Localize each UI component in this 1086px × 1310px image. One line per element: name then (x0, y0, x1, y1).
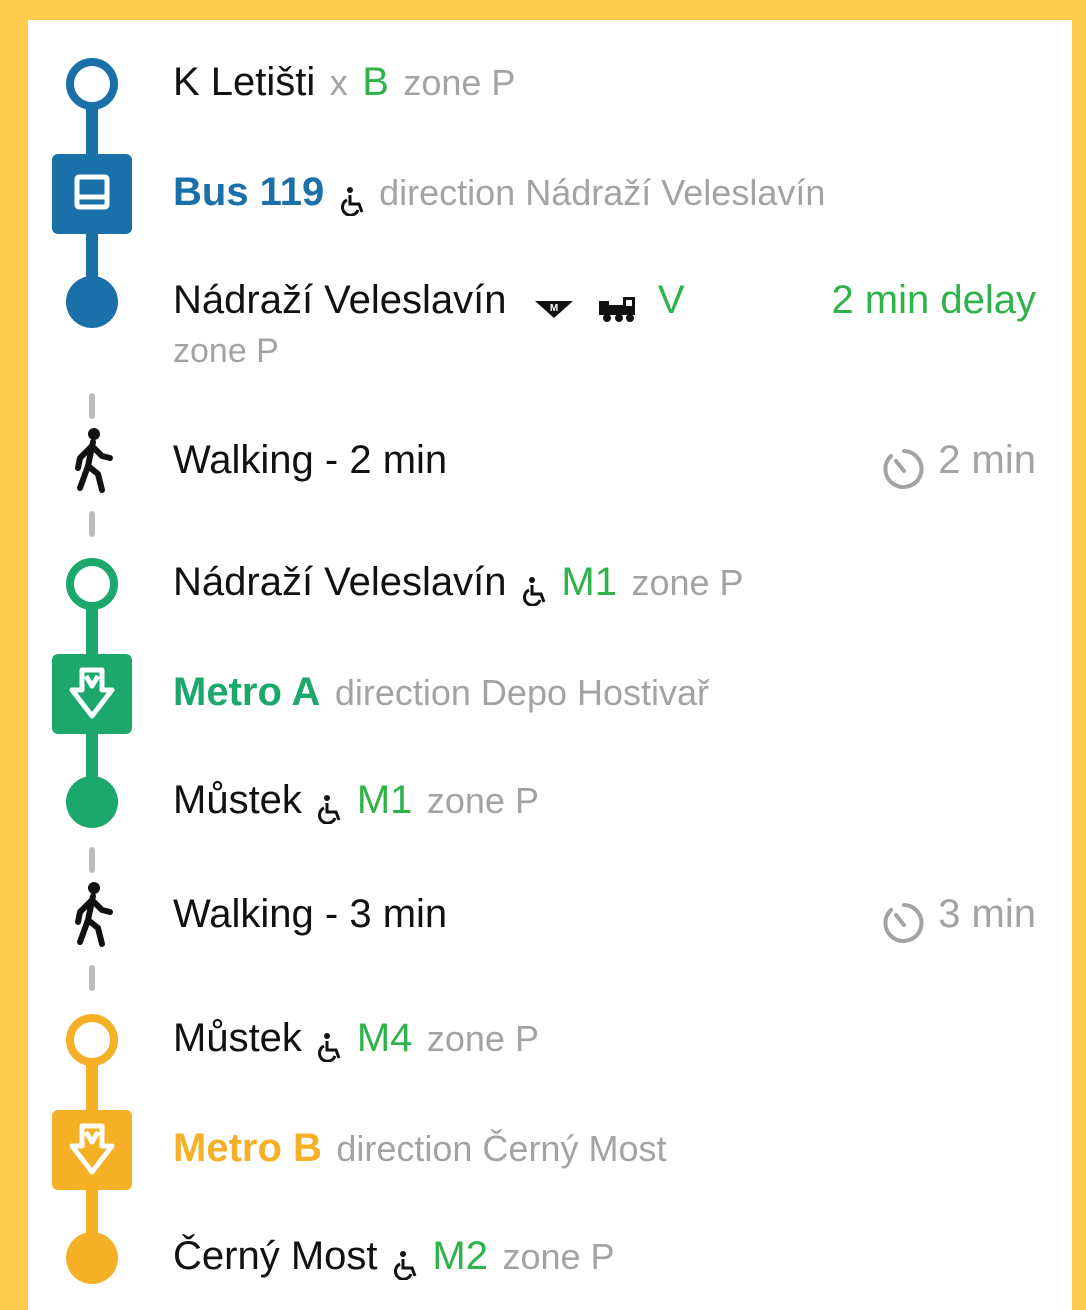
stop-row[interactable]: K Letišti x B zone P (173, 60, 1036, 105)
stop-name: Černý Most (173, 1234, 378, 1278)
line-code: V (657, 278, 685, 322)
direction-label: direction Depo Hostivař (334, 672, 710, 713)
line-code: M1 (561, 560, 617, 604)
stop-start-marker (66, 1014, 118, 1066)
line-code: B (362, 60, 389, 104)
train-icon (599, 296, 636, 322)
walking-duration: 2 min (882, 438, 1036, 491)
stop-row[interactable]: Černý Most M2 zone P (173, 1234, 1036, 1280)
stop-row[interactable]: Nádraží Veleslavín M V 2 min delay (173, 278, 1036, 323)
stop-name: Nádraží Veleslavín (173, 560, 507, 604)
stop-name: Můstek (173, 778, 302, 822)
metro-icon (52, 1110, 132, 1190)
metro-logo-icon: M (534, 300, 573, 318)
line-row[interactable]: Metro A direction Depo Hostivař (173, 670, 1036, 715)
zone-label: zone P (502, 1236, 615, 1277)
route-detail-card: K Letišti x B zone P Bus 119 direction N… (28, 20, 1072, 1310)
wheelchair-icon (318, 1032, 341, 1062)
line-label: Metro B (173, 1126, 322, 1170)
delay-label: 2 min delay (831, 278, 1036, 322)
line-label: Metro A (173, 670, 321, 714)
stop-end-marker (66, 276, 118, 328)
wheelchair-icon (318, 794, 341, 824)
stop-start-marker (66, 58, 118, 110)
stop-row[interactable]: Nádraží Veleslavín M1 zone P (173, 560, 1036, 606)
stop-name: Nádraží Veleslavín (173, 278, 507, 322)
duration-label: 2 min (938, 438, 1036, 482)
wheelchair-icon (393, 1250, 417, 1280)
line-row[interactable]: Bus 119 direction Nádraží Veleslavín (173, 170, 1036, 216)
walking-label: Walking - 3 min (173, 892, 448, 936)
zone-label: zone P (403, 62, 516, 103)
metro-icon (52, 654, 132, 734)
walk-segment-rail-2 (75, 847, 113, 991)
duration-label: 3 min (938, 892, 1036, 936)
stop-start-marker (66, 558, 118, 610)
stop-end-marker (66, 776, 118, 828)
walking-row[interactable]: Walking - 2 min 2 min (173, 438, 1036, 489)
timer-icon (883, 448, 924, 489)
line-code: M1 (356, 778, 413, 822)
zone-label: zone P (173, 332, 279, 370)
walking-duration: 3 min (882, 892, 1036, 945)
walking-row[interactable]: Walking - 3 min 3 min (173, 892, 1036, 943)
stop-zone-row: zone P (173, 332, 1036, 371)
stop-name: K Letišti (173, 60, 316, 104)
stop-row[interactable]: Můstek M1 zone P (173, 778, 1036, 824)
bus-segment-rail (52, 58, 132, 328)
direction-label: direction Černý Most (336, 1128, 667, 1169)
metro-b-segment-rail (52, 1014, 132, 1284)
timer-icon (883, 902, 924, 943)
stop-row[interactable]: Můstek M4 zone P (173, 1016, 1036, 1062)
direction-label: direction Nádraží Veleslavín (379, 172, 826, 213)
walk-segment-rail-1 (75, 393, 113, 537)
stop-name: Můstek (173, 1016, 302, 1060)
line-label: Bus 119 (173, 170, 325, 214)
metro-a-segment-rail (52, 558, 132, 828)
zone-label: zone P (426, 780, 539, 821)
line-code: M4 (356, 1016, 413, 1060)
walking-person-icon (75, 428, 113, 493)
svg-text:M: M (550, 303, 558, 314)
walking-label: Walking - 2 min (173, 438, 448, 482)
zone-label: zone P (426, 1018, 539, 1059)
walking-person-icon (75, 882, 113, 947)
wheelchair-icon (340, 186, 364, 216)
line-row[interactable]: Metro B direction Černý Most (173, 1126, 1036, 1171)
line-code: M2 (432, 1234, 488, 1278)
wheelchair-icon (522, 576, 546, 606)
separator: x (329, 62, 348, 103)
stop-end-marker (66, 1232, 118, 1284)
zone-label: zone P (631, 562, 744, 603)
bus-icon (52, 154, 132, 234)
